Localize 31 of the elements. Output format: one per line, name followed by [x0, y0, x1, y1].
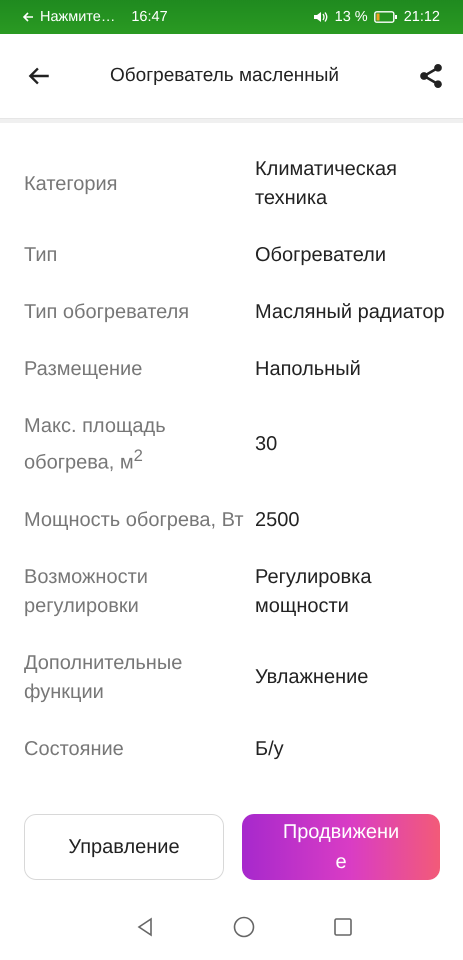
- spec-label: Макс. площадь обогрева, м$^{2}$: [24, 414, 167, 476]
- notification-text: Нажмите…: [40, 9, 116, 25]
- share-button[interactable]: [417, 62, 445, 90]
- spec-value: Регулировка мощности: [255, 564, 372, 619]
- promote-button[interactable]: Продвижение: [242, 814, 440, 880]
- spec-value: Напольный: [255, 357, 362, 382]
- spec-value: 30: [255, 432, 278, 458]
- spec-label: Дополнительные функции: [24, 650, 184, 705]
- battery-icon: [374, 11, 398, 23]
- manage-button[interactable]: Управление: [24, 814, 224, 880]
- home-nav-icon[interactable]: [232, 916, 254, 938]
- spec-label: Категория: [24, 172, 118, 196]
- spec-label: Тип: [24, 243, 58, 268]
- spec-label: Мощность обогрева, Вт: [24, 508, 244, 533]
- spec-label: Возможности регулировки: [24, 564, 149, 619]
- battery-percent: 13 %: [334, 9, 368, 25]
- spec-value: Климатическая техника: [255, 157, 398, 211]
- volume-icon: [312, 11, 329, 23]
- arrow-icon: [22, 11, 34, 23]
- spec-value: Обогреватели: [255, 243, 387, 268]
- recents-nav-icon[interactable]: [332, 917, 352, 937]
- spec-value: Б/у: [255, 736, 285, 762]
- spec-label: Состояние: [24, 736, 125, 762]
- page-title: Обогреватель масленный: [108, 65, 340, 87]
- spec-value: Увлажнение: [255, 665, 370, 690]
- spec-label: Размещение: [24, 357, 144, 382]
- spec-value: 2500: [255, 508, 300, 533]
- spec-label: Тип обогревателя: [24, 300, 190, 325]
- clock: 21:12: [404, 9, 440, 25]
- notification-time: 16:47: [131, 9, 168, 25]
- spec-value: Масляный радиатор: [255, 300, 446, 325]
